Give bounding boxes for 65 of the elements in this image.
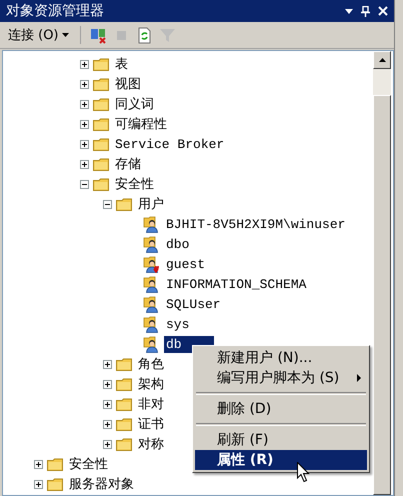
expand-icon[interactable]: [34, 460, 43, 468]
tree-node-label[interactable]: 安全性: [67, 454, 110, 474]
folder-icon: [116, 378, 132, 390]
expand-icon[interactable]: [80, 80, 89, 88]
close-icon[interactable]: [378, 6, 388, 16]
tree-node-label[interactable]: 服务器对象: [67, 474, 136, 494]
folder-icon: [116, 358, 132, 370]
expand-icon[interactable]: [103, 400, 112, 408]
folder-icon: [93, 98, 109, 110]
expand-icon[interactable]: [80, 160, 89, 168]
tree-node-label[interactable]: 架构: [136, 374, 166, 394]
collapse-icon[interactable]: [80, 180, 89, 188]
expand-icon[interactable]: [80, 140, 89, 148]
expand-icon[interactable]: [103, 360, 112, 368]
tree-node-label[interactable]: INFORMATION_SCHEMA: [164, 276, 308, 292]
connect-button[interactable]: 连接 (O): [6, 24, 71, 46]
caret-icon: [62, 33, 69, 37]
folder-icon: [93, 138, 109, 150]
menu-item[interactable]: 刷新 (F): [195, 430, 367, 450]
tree-node-label[interactable]: 同义词: [113, 94, 156, 114]
up-arrow-icon: [378, 58, 386, 62]
tree-node-label[interactable]: 角色: [136, 354, 166, 374]
folder-icon: [116, 198, 132, 210]
tree-node-label[interactable]: 视图: [113, 74, 143, 94]
tree-node-label[interactable]: SQLUser: [164, 296, 223, 312]
expand-icon[interactable]: [80, 120, 89, 128]
tree-node-label[interactable]: dbo: [164, 236, 192, 252]
folder-icon: [47, 478, 63, 490]
tree-node-label[interactable]: 存储: [113, 154, 143, 174]
tree-node-label[interactable]: 非对: [136, 394, 166, 414]
pin-icon[interactable]: [361, 6, 370, 16]
folder-icon: [116, 398, 132, 410]
disconnect-icon[interactable]: [90, 26, 107, 44]
folder-icon: [116, 438, 132, 450]
expand-icon[interactable]: [34, 480, 43, 488]
scroll-up-button[interactable]: [373, 51, 391, 69]
expand-icon[interactable]: [80, 60, 89, 68]
window-title: 对象资源管理器: [6, 2, 105, 20]
folder-icon: [93, 58, 109, 70]
menu-item[interactable]: 属性 (R): [195, 450, 367, 470]
dropdown-icon[interactable]: [345, 8, 353, 14]
tree-node-label[interactable]: 表: [113, 54, 130, 74]
tree-node-label[interactable]: 安全性: [113, 174, 156, 194]
tree-node-label[interactable]: sys: [164, 316, 192, 332]
expand-icon[interactable]: [103, 380, 112, 388]
folder-icon: [93, 158, 109, 170]
menu-item[interactable]: 编写用户脚本为 (S): [195, 368, 367, 388]
expand-icon[interactable]: [103, 440, 112, 448]
tree-node-label[interactable]: 用户: [136, 194, 166, 214]
tree-node-label[interactable]: BJHIT-8V5H2XI9M\winuser: [164, 216, 348, 232]
folder-icon: [93, 78, 109, 90]
folder-icon: [93, 178, 109, 190]
expand-icon[interactable]: [103, 420, 112, 428]
tree-node-label[interactable]: 证书: [136, 414, 166, 434]
tree-node-label[interactable]: 可编程性: [113, 114, 169, 134]
submenu-arrow-icon: [357, 374, 361, 382]
menu-item[interactable]: 删除 (D): [195, 399, 367, 419]
refresh-icon[interactable]: [136, 26, 153, 44]
tree-node-label[interactable]: Service Broker: [113, 136, 226, 152]
expand-icon[interactable]: [80, 100, 89, 108]
folder-icon: [116, 418, 132, 430]
folder-icon: [47, 458, 63, 470]
folder-icon: [93, 118, 109, 130]
tree-node-label[interactable]: 对称: [136, 434, 166, 454]
collapse-icon[interactable]: [103, 200, 112, 208]
